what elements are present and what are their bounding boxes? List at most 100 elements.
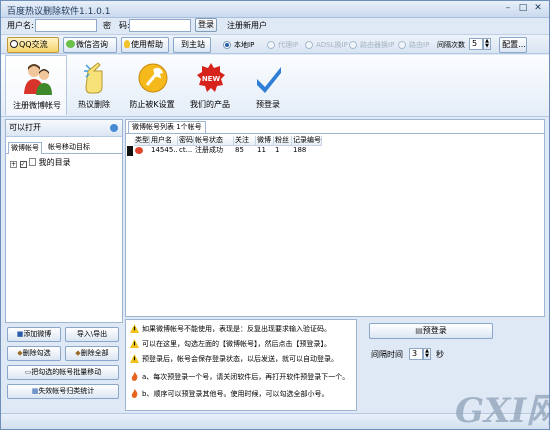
prelogin-label: 预登录 [422,326,447,335]
delete-all-label: 删除全部 [80,349,109,357]
window-title: 百度热议删除软件1.1.0.1 [7,7,111,17]
delete-all-button[interactable]: ◆删除全部 [65,346,119,361]
prelogin-icon: ▤ [415,326,423,335]
col-record-id[interactable]: 记录编号 [292,136,322,146]
help-button[interactable]: 使用帮助 [121,37,169,53]
col-follow[interactable]: 关注 [234,136,256,146]
tip-item: a、每次预登录一个号，请关闭软件后，再打开软件预登录下一个。 [130,372,349,382]
username-label: 用户名: [7,21,34,30]
collapse-icon[interactable] [110,124,118,132]
interval-label: 间隔时间 [371,350,403,359]
add-weibo-label: 添加微博 [23,330,52,338]
cell-record-id: 188 [293,146,307,154]
close-button[interactable]: ✕ [531,3,545,15]
cell-username: 14545... [151,146,178,154]
checkmark-icon [257,67,281,93]
qq-chat-label: QQ交流 [19,40,48,49]
interval-stepper[interactable]: ▲ ▼ [423,348,431,360]
table-header: 类型 用户名 密码 帐号状态 关注 微博 粉丝 记录编号 [134,136,322,146]
switch-count-stepper[interactable]: ▲ ▼ [483,38,491,50]
folder-icon [29,158,37,166]
col-status[interactable]: 帐号状态 [194,136,234,146]
tip-text: 如果微博帐号不能使用，表现是：反复出现要求输入验证码。 [142,325,331,333]
delete-checked-button[interactable]: ◆删除勾选 [7,346,61,361]
expand-icon[interactable]: + [10,161,17,168]
col-username[interactable]: 用户名 [150,136,178,146]
ribbon-our-products[interactable]: NEW 我们的产品 [179,55,241,115]
tip-text: 可以在这里，勾选左面的【微博帐号】，然后点击【预登录】。 [142,340,331,348]
maximize-button[interactable]: □ [516,3,530,15]
prelogin-button[interactable]: ▤预登录 [369,323,493,339]
fire-icon [131,372,138,381]
cell-status: 注册成功 [195,146,223,154]
proxy-radio-local[interactable] [223,41,231,49]
account-list-panel: 微博帐号列表 1个帐号 类型 用户名 密码 帐号状态 关注 微博 粉丝 记录编号… [125,119,545,317]
proxy-radio-proxy[interactable] [267,41,275,49]
weibo-icon [135,147,143,154]
col-password[interactable]: 密码 [178,136,194,146]
home-button[interactable]: 到主站 [173,37,211,53]
register-link[interactable]: 注册新用户 [227,20,267,31]
proxy-label-proxy: 代理IP [278,41,299,49]
ribbon-delete-hot[interactable]: 热议删除 [63,55,125,115]
interval-input[interactable]: 3 [409,348,423,360]
ribbon-anti-k[interactable]: 防止被K设置 [121,55,183,115]
ribbon-prelogin[interactable]: 预登录 [237,55,299,115]
interval-unit: 秒 [436,350,444,359]
add-weibo-button[interactable]: ■添加微博 [7,327,61,342]
batch-move-label: 把勾选的帐号批量移动 [31,368,102,376]
delete-checked-label: 删除勾选 [22,349,51,357]
cell-password: ct... [179,146,193,154]
ribbon-register-weibo-label: 注册微博帐号 [13,101,61,110]
cell-fans: 1 [275,146,280,154]
tree-item-my-directory[interactable]: 我的目录 [39,158,71,167]
tips-panel: 如果微博帐号不能使用，表现是：反复出现要求输入验证码。 可以在这里，勾选左面的【… [125,319,357,411]
invalid-stats-label: 失效帐号归类统计 [38,387,95,395]
config-button[interactable]: 配置... [499,37,527,53]
col-fans[interactable]: 粉丝 [274,136,292,146]
ribbon-register-weibo[interactable]: 注册微博帐号 [5,55,67,115]
tip-item: 预登录后，帐号会保存登录状态，以后发送，就可以自动登录。 [130,354,338,364]
invalid-stats-button[interactable]: ▦失效帐号归类统计 [7,384,119,399]
password-input[interactable] [129,19,191,32]
watermark-text: GXI网 [455,391,549,428]
switch-count-input[interactable]: 5 [469,38,483,50]
tip-text: a、每次预登录一个号，请关闭软件后，再打开软件预登录下一个。 [142,373,350,381]
proxy-radio-router[interactable] [349,41,357,49]
proxy-radio-route-ip[interactable] [398,41,406,49]
batch-move-button[interactable]: ▭把勾选的帐号批量移动 [7,365,119,380]
tip-item: 如果微博帐号不能使用，表现是：反复出现要求输入验证码。 [130,324,331,334]
tab-account-list[interactable]: 微博帐号列表 1个帐号 [128,121,206,133]
qq-icon [10,40,18,48]
login-bar: 用户名: 密 码: 登录 注册新用户 [1,18,549,34]
users-icon [24,64,52,95]
tip-text: 预登录后，帐号会保存登录状态，以后发送，就可以自动登录。 [142,355,338,363]
svg-text:NEW: NEW [202,75,221,83]
minimize-button[interactable]: – [501,3,515,15]
col-weibo[interactable]: 微博 [256,136,274,146]
cell-weibo: 11 [257,146,266,154]
tree-checkbox[interactable]: ✓ [19,161,27,168]
help-label: 使用帮助 [131,40,163,49]
hand-pointer-icon [84,62,103,94]
account-panel-title: 可以打开 [9,123,41,132]
import-export-button[interactable]: 导入\导出 [65,327,119,342]
tab-move-target[interactable]: 帐号移动目标 [46,142,92,154]
wechat-button[interactable]: 微信咨询 [63,37,117,53]
tab-weibo-accounts[interactable]: 微博帐号 [8,142,42,154]
watermark-logo: GXI网 [455,391,549,428]
username-input[interactable] [35,19,97,32]
ribbon-our-products-label: 我们的产品 [190,100,230,109]
qq-chat-button[interactable]: QQ交流 [7,37,59,53]
app-window: 百度热议删除软件1.1.0.1 – □ ✕ 用户名: 密 码: 登录 注册新用户… [0,0,550,430]
proxy-radio-adsl[interactable] [305,41,313,49]
login-button[interactable]: 登录 [195,18,217,32]
wrench-icon [138,63,168,93]
ribbon-delete-hot-label: 热议删除 [78,100,110,109]
lightbulb-icon [124,40,130,48]
cell-type [134,146,150,156]
col-type[interactable]: 类型 [134,136,150,146]
table-row[interactable]: 14545... ct... 注册成功 85 11 1 188 [134,146,322,156]
wechat-label: 微信咨询 [76,40,108,49]
ribbon-prelogin-label: 预登录 [256,100,280,109]
